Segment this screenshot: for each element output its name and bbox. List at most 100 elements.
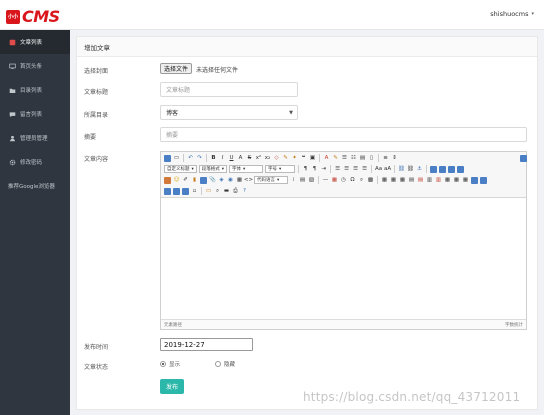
print-icon[interactable]: ⎙	[232, 188, 239, 195]
insert-col-icon[interactable]: ▥	[426, 177, 433, 184]
insert-code-icon[interactable]: <>	[244, 177, 253, 184]
unlink-icon[interactable]: ⛓	[407, 166, 414, 173]
insert-unordered-list-icon[interactable]: ☷	[350, 155, 357, 162]
subscript-icon[interactable]: x₂	[264, 155, 271, 162]
row-spacing-top-icon[interactable]: ≡	[382, 155, 389, 162]
insert-paragraph-before-table-icon[interactable]: ▦	[399, 177, 406, 184]
source-icon[interactable]: ▭	[173, 155, 180, 162]
sidebar-item-folders[interactable]: 目录列表	[0, 78, 70, 102]
merge-cells-icon[interactable]: ▦	[444, 177, 451, 184]
anchor-icon[interactable]: ⚓	[416, 166, 423, 173]
page-break-icon[interactable]: ⁞	[290, 177, 297, 184]
insert-frame-icon[interactable]: ▦	[236, 177, 243, 184]
link-icon[interactable]: ⛓	[398, 166, 405, 173]
image-center-icon[interactable]	[457, 165, 465, 173]
attachment-manage-icon[interactable]: ▫	[191, 188, 198, 195]
publish-date-input[interactable]: 2019-12-27	[160, 338, 253, 351]
search-replace-icon[interactable]: ⌕	[358, 177, 365, 184]
paragraph-format-select[interactable]: 段落格式 ▾	[198, 165, 228, 173]
font-color-icon[interactable]: A	[323, 155, 330, 162]
fullscreen-icon[interactable]	[164, 154, 171, 162]
direction-ltr-icon[interactable]: ¶	[302, 166, 309, 173]
code-language-select[interactable]: 代码语言 ▾	[254, 176, 288, 184]
delete-table-icon[interactable]: ▦	[390, 177, 397, 184]
clear-doc-icon[interactable]: ▯	[368, 155, 375, 162]
sidebar-item-headlines[interactable]: 首页头条	[0, 54, 70, 78]
horizontal-icon[interactable]: —	[322, 177, 329, 184]
select-all-icon[interactable]: ▤	[359, 155, 366, 162]
underline-icon[interactable]: U	[228, 155, 235, 162]
scrawl-icon[interactable]: ✐	[182, 177, 189, 184]
delete-col-icon[interactable]: ▥	[435, 177, 442, 184]
indent-icon[interactable]: ⇥	[320, 166, 327, 173]
line-height-icon[interactable]: ⇕	[391, 155, 398, 162]
music-icon[interactable]	[200, 176, 207, 184]
choose-file-button[interactable]: 选择文件	[160, 63, 193, 74]
format-painter-icon[interactable]: ✎	[282, 155, 289, 162]
undo-icon[interactable]: ↶	[187, 155, 194, 162]
justify-left-icon[interactable]: ☰	[334, 166, 341, 173]
insert-table-icon[interactable]: ▦	[381, 177, 388, 184]
publish-button[interactable]: 发布	[160, 379, 184, 394]
blockquote-icon[interactable]: ❝	[300, 155, 307, 162]
folder-select[interactable]: 博客 ▼	[160, 105, 298, 120]
image-left-icon[interactable]	[439, 165, 447, 173]
image-right-icon[interactable]	[448, 165, 456, 173]
sidebar-item-messages[interactable]: 留言列表	[0, 102, 70, 126]
gmap-icon[interactable]: ◉	[227, 177, 234, 184]
auto-typeset-icon[interactable]: ✦	[291, 155, 298, 162]
emotion-icon[interactable]: ☺	[173, 177, 180, 184]
split-rows-icon[interactable]	[480, 176, 487, 184]
summary-input[interactable]: 摘要	[160, 127, 527, 142]
sidebar-item-admins[interactable]: 管理员管理	[0, 126, 70, 150]
user-menu[interactable]: shishuocms ▾	[490, 10, 534, 18]
clear-format-icon[interactable]: ◇	[273, 155, 280, 162]
table-props-icon[interactable]	[182, 187, 189, 195]
background-icon[interactable]: ▧	[308, 177, 315, 184]
merge-right-icon[interactable]: ▦	[453, 177, 460, 184]
logo[interactable]: 小小 CMS	[6, 7, 60, 26]
sidebar-item-articles[interactable]: 文章列表	[0, 30, 70, 54]
template-icon[interactable]: ▤	[299, 177, 306, 184]
redo-icon[interactable]: ↷	[196, 155, 203, 162]
sidebar-item-recommend-chrome[interactable]: 推荐Google浏览器	[0, 174, 70, 198]
rich-text-editor[interactable]: ▭ ↶ ↷ B I U A S x² x₂ ◇ ✎ ✦ ❝ ▣ A ✎ ☰ ☷ …	[160, 151, 527, 330]
special-chars-icon[interactable]: Ω	[349, 177, 356, 184]
justify-justify-icon[interactable]: ☰	[361, 166, 368, 173]
delete-row-icon[interactable]: ▤	[417, 177, 424, 184]
custom-title-select[interactable]: 自定义标题 ▾	[164, 165, 197, 173]
sidebar-item-password[interactable]: 修改密码	[0, 150, 70, 174]
help-circle-icon[interactable]: ?	[241, 188, 248, 195]
background-color-icon[interactable]: ✎	[332, 155, 339, 162]
chart-icon[interactable]	[173, 187, 180, 195]
insert-video-icon[interactable]: ▮	[191, 177, 198, 184]
italic-icon[interactable]: I	[219, 155, 226, 162]
strikethrough-icon[interactable]: S	[246, 155, 253, 162]
insert-row-icon[interactable]: ▤	[408, 177, 415, 184]
font-size-select[interactable]: 字号 ▾	[265, 165, 296, 173]
bold-icon[interactable]: B	[210, 155, 217, 162]
justify-center-icon[interactable]: ☰	[343, 166, 350, 173]
split-cols-icon[interactable]	[164, 187, 171, 195]
title-input[interactable]: 文章标题	[160, 82, 298, 97]
merge-down-icon[interactable]: ▦	[462, 177, 469, 184]
print-preview-icon[interactable]: ▭	[205, 188, 212, 195]
drafts-icon[interactable]: ▬	[223, 188, 230, 195]
image-none-icon[interactable]	[430, 165, 438, 173]
fontborder-icon[interactable]: A	[237, 155, 244, 162]
preview-icon[interactable]: ⌕	[214, 188, 221, 195]
superscript-icon[interactable]: x²	[255, 155, 262, 162]
to-lowercase-icon[interactable]: aA	[384, 166, 391, 173]
paste-plain-icon[interactable]: ▣	[309, 155, 316, 162]
help-icon[interactable]	[520, 154, 527, 162]
map-icon[interactable]: ◈	[218, 177, 225, 184]
time-icon[interactable]: ◷	[340, 177, 347, 184]
status-hide-radio[interactable]: 隐藏	[215, 360, 235, 368]
status-show-radio[interactable]: 显示	[160, 360, 180, 368]
attachment-icon[interactable]: 📎	[209, 177, 216, 184]
wordimage-icon[interactable]: ▩	[367, 177, 374, 184]
insert-ordered-list-icon[interactable]: ☰	[341, 155, 348, 162]
split-cells-icon[interactable]	[471, 176, 478, 184]
simple-upload-icon[interactable]	[164, 176, 171, 184]
direction-rtl-icon[interactable]: ¶	[311, 166, 318, 173]
